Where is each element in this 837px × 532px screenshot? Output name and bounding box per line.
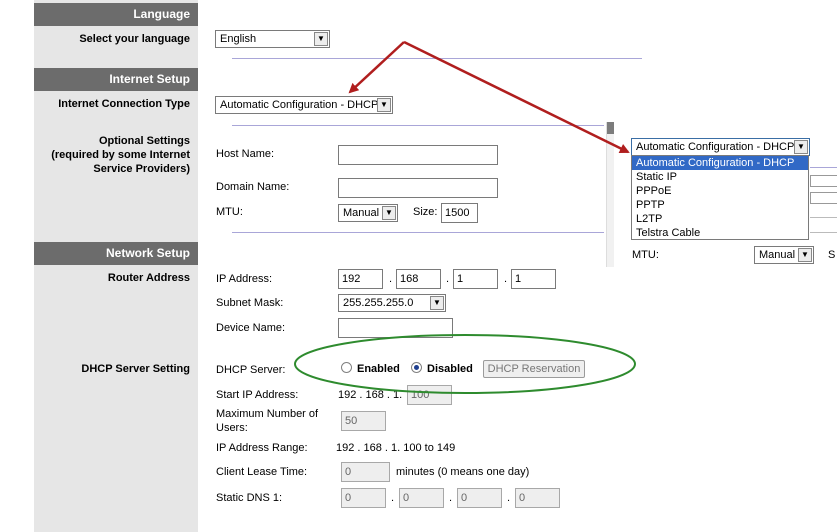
red-arrow-to-dropdown: [403, 40, 630, 154]
green-highlight-ellipse: [294, 334, 636, 394]
red-arrow-to-select: [348, 41, 405, 94]
annotation-overlay: [294, 40, 636, 394]
